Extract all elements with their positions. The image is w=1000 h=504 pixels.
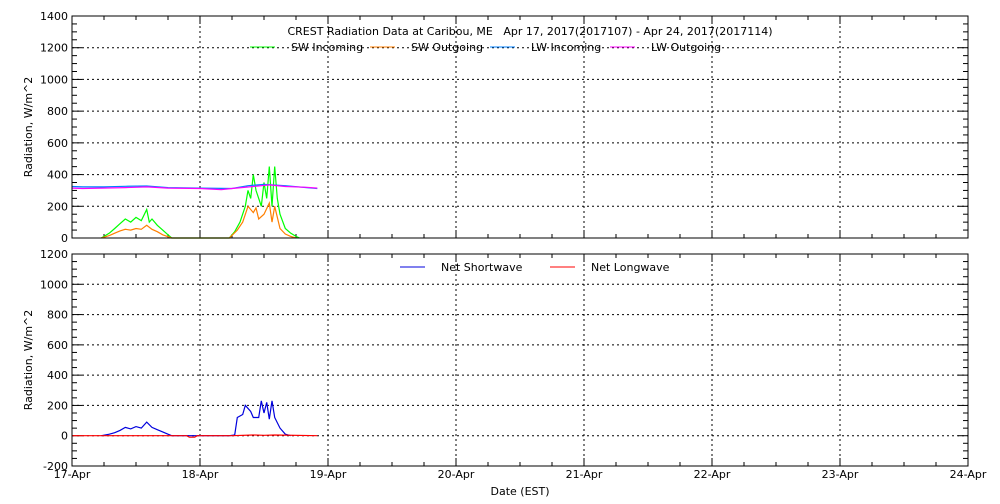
x-tick-label: 18-Apr: [182, 468, 219, 481]
y-tick-label: 1400: [40, 10, 68, 23]
bottom-ylabel: Radiation, W/m^2: [22, 310, 35, 411]
y-tick-label: 0: [61, 430, 68, 443]
legend-label: LW Outgoing: [651, 41, 721, 54]
panel-2: -20002004006008001000120017-Apr 18-Apr 19-…: [40, 248, 987, 481]
x-axis-label: Date (EST): [490, 485, 549, 498]
legend-label: Net Shortwave: [441, 261, 523, 274]
y-tick-label: 0: [61, 232, 68, 245]
legend-label: SW Outgoing: [411, 41, 483, 54]
legend-label: Net Longwave: [591, 261, 670, 274]
x-tick-label: 22-Apr: [694, 468, 731, 481]
y-tick-label: 800: [47, 309, 68, 322]
panel-1: 0 200 400 600 800 1000 1200 1400 SW Incoming SW O…: [40, 10, 969, 245]
chart-title: CREST Radiation Data at Caribou, ME Apr …: [287, 25, 772, 38]
x-tick-label: 24-Apr: [950, 468, 987, 481]
y-tick-label: 200: [47, 200, 68, 213]
series-line-net-shortwave: [101, 400, 291, 437]
y-tick-label: 200: [47, 399, 68, 412]
y-tick-label: 1000: [40, 278, 68, 291]
x-tick-label: 19-Apr: [310, 468, 347, 481]
y-tick-label: 400: [47, 169, 68, 182]
plot-frame: [71, 15, 969, 239]
y-tick-label: 600: [47, 339, 68, 352]
x-tick-label: 20-Apr: [438, 468, 475, 481]
y-tick-label: 1000: [40, 73, 68, 86]
y-tick-label: 1200: [40, 42, 68, 55]
x-tick-label: 21-Apr: [566, 468, 603, 481]
x-tick-label: 17-Apr: [54, 468, 91, 481]
top-ylabel: Radiation, W/m^2: [22, 77, 35, 178]
y-tick-label: 1200: [40, 248, 68, 261]
series-line-sw-outgoing: [101, 201, 297, 239]
y-tick-label: 600: [47, 137, 68, 150]
plot-frame: [71, 253, 969, 467]
legend-label: SW Incoming: [291, 41, 363, 54]
legend-label: LW Incoming: [531, 41, 601, 54]
x-tick-label: 23-Apr: [822, 468, 859, 481]
radiation-chart: CREST Radiation Data at Caribou, ME Apr …: [22, 10, 987, 498]
y-tick-label: 400: [47, 369, 68, 382]
y-tick-label: 800: [47, 105, 68, 118]
